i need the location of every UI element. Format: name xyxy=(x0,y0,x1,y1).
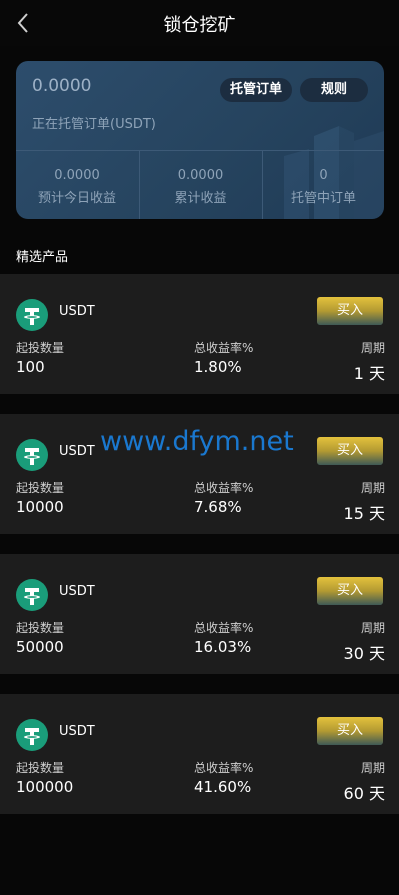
usdt-coin-icon xyxy=(16,719,48,751)
custody-orders-button[interactable]: 托管订单 xyxy=(220,78,292,102)
min-amount-label: 起投数量 xyxy=(16,621,65,635)
stat-value: 0.0000 xyxy=(177,168,224,183)
buy-button[interactable]: 买入 xyxy=(317,577,383,605)
coin-name: USDT xyxy=(59,724,95,739)
stat-total-earnings: 0.0000 累计收益 xyxy=(139,151,261,219)
top-bar: 锁仓挖矿 xyxy=(0,0,399,46)
period-value: 60 天 xyxy=(343,784,385,803)
coin-name: USDT xyxy=(59,584,95,599)
stat-today-earnings: 0.0000 预计今日收益 xyxy=(16,151,138,219)
buy-button[interactable]: 买入 xyxy=(317,297,383,325)
stat-label: 托管中订单 xyxy=(290,191,356,206)
period-value: 30 天 xyxy=(343,644,385,663)
usdt-coin-icon xyxy=(16,299,48,331)
custody-amount-label: 正在托管订单(USDT) xyxy=(32,117,156,132)
period-value: 1 天 xyxy=(353,364,385,383)
min-amount-label: 起投数量 xyxy=(16,341,65,355)
min-amount-value: 100 xyxy=(16,358,45,376)
product-card: USDT 买入 起投数量 总收益率% 周期 50000 16.03% 30 天 xyxy=(0,554,399,674)
section-title: 精选产品 xyxy=(16,250,69,265)
product-card: USDT 买入 起投数量 总收益率% 周期 100000 41.60% 60 天 xyxy=(0,694,399,814)
watermark-text: www.dfym.net xyxy=(100,426,294,457)
usdt-coin-icon xyxy=(16,439,48,471)
buy-button[interactable]: 买入 xyxy=(317,717,383,745)
min-amount-label: 起投数量 xyxy=(16,481,65,495)
min-amount-label: 起投数量 xyxy=(16,761,65,775)
summary-card: 0.0000 正在托管订单(USDT) 托管订单 规则 0.0000 预计今日收… xyxy=(16,61,384,219)
stat-label: 预计今日收益 xyxy=(37,191,116,206)
custody-amount: 0.0000 xyxy=(32,76,92,96)
min-amount-value: 10000 xyxy=(16,498,64,516)
rate-value: 41.60% xyxy=(194,778,252,796)
period-label: 周期 xyxy=(360,341,385,355)
coin-name: USDT xyxy=(59,304,95,319)
coin-name: USDT xyxy=(59,444,95,459)
period-label: 周期 xyxy=(360,621,385,635)
min-amount-value: 50000 xyxy=(16,638,64,656)
rate-label: 总收益率% xyxy=(194,481,254,495)
stat-active-orders: 0 托管中订单 xyxy=(262,151,384,219)
rate-value: 1.80% xyxy=(194,358,242,376)
rate-value: 16.03% xyxy=(194,638,252,656)
page-title: 锁仓挖矿 xyxy=(163,15,236,36)
period-value: 15 天 xyxy=(343,504,385,523)
period-label: 周期 xyxy=(360,481,385,495)
stat-label: 累计收益 xyxy=(174,191,227,206)
stat-value: 0 xyxy=(319,168,328,183)
buy-button[interactable]: 买入 xyxy=(317,437,383,465)
rate-label: 总收益率% xyxy=(194,621,254,635)
usdt-coin-icon xyxy=(16,579,48,611)
stat-value: 0.0000 xyxy=(54,168,100,183)
rules-button[interactable]: 规则 xyxy=(300,78,368,102)
period-label: 周期 xyxy=(360,761,385,775)
min-amount-value: 100000 xyxy=(16,778,74,796)
product-card: USDT 买入 起投数量 总收益率% 周期 100 1.80% 1 天 xyxy=(0,274,399,394)
rate-value: 7.68% xyxy=(194,498,242,516)
rate-label: 总收益率% xyxy=(194,341,254,355)
rate-label: 总收益率% xyxy=(194,761,254,775)
